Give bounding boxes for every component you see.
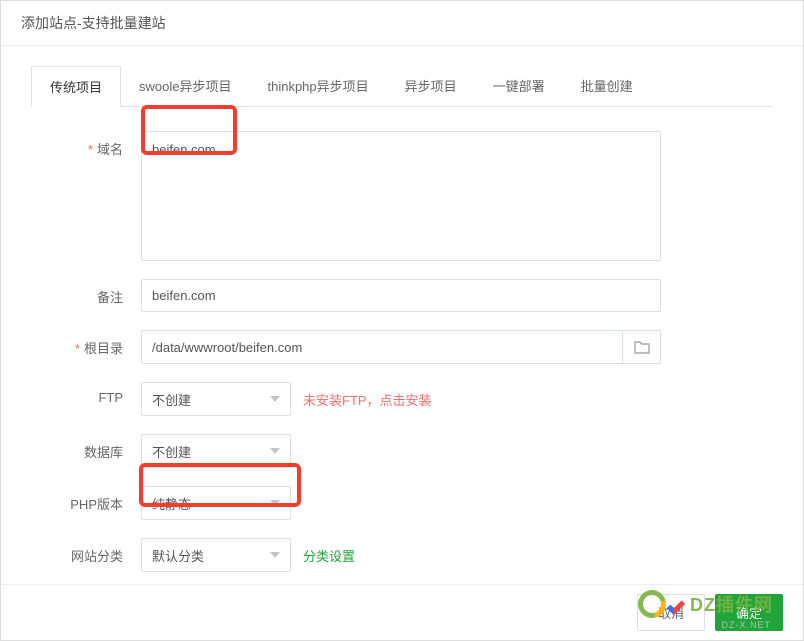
row-remark: 备注 — [31, 279, 773, 312]
label-domain: *域名 — [31, 131, 141, 158]
tab-thinkphp[interactable]: thinkphp异步项目 — [249, 66, 386, 106]
tab-async[interactable]: 异步项目 — [387, 66, 475, 106]
add-site-modal: 添加站点-支持批量建站 传统项目 swoole异步项目 thinkphp异步项目… — [0, 0, 804, 641]
category-select-value: 默认分类 — [152, 546, 204, 565]
row-domain: *域名 beifen.com — [31, 131, 773, 261]
chevron-down-icon — [270, 500, 280, 506]
category-settings-link[interactable]: 分类设置 — [303, 546, 355, 565]
db-select[interactable]: 不创建 — [141, 434, 291, 468]
label-remark: 备注 — [31, 279, 141, 306]
tab-batch[interactable]: 批量创建 — [563, 66, 651, 106]
tab-deploy[interactable]: 一键部署 — [475, 66, 563, 106]
modal-content: 传统项目 swoole异步项目 thinkphp异步项目 异步项目 一键部署 批… — [1, 46, 803, 572]
ftp-install-link[interactable]: 未安装FTP，点击安装 — [303, 390, 432, 409]
confirm-button[interactable]: 确定 — [715, 594, 783, 631]
root-input-wrap — [141, 330, 661, 364]
modal-title: 添加站点-支持批量建站 — [1, 1, 803, 46]
browse-folder-button[interactable] — [622, 331, 660, 363]
label-category: 网站分类 — [31, 538, 141, 565]
label-php: PHP版本 — [31, 486, 141, 513]
php-select[interactable]: 纯静态 — [141, 486, 291, 520]
row-db: 数据库 不创建 — [31, 434, 773, 468]
tab-traditional[interactable]: 传统项目 — [31, 66, 121, 107]
ftp-select-value: 不创建 — [152, 390, 191, 409]
cancel-button[interactable]: 取消 — [637, 594, 705, 631]
modal-footer: 取消 确定 — [1, 584, 803, 640]
label-db: 数据库 — [31, 434, 141, 461]
php-select-value: 纯静态 — [152, 494, 191, 513]
row-ftp: FTP 不创建 未安装FTP，点击安装 — [31, 382, 773, 416]
tab-swoole[interactable]: swoole异步项目 — [121, 66, 249, 106]
row-category: 网站分类 默认分类 分类设置 — [31, 538, 773, 572]
domain-input[interactable]: beifen.com — [141, 131, 661, 261]
ftp-select[interactable]: 不创建 — [141, 382, 291, 416]
chevron-down-icon — [270, 448, 280, 454]
tabs: 传统项目 swoole异步项目 thinkphp异步项目 异步项目 一键部署 批… — [31, 66, 773, 107]
root-input[interactable] — [142, 332, 622, 363]
row-root: *根目录 — [31, 330, 773, 364]
chevron-down-icon — [270, 396, 280, 402]
remark-input[interactable] — [141, 279, 661, 312]
category-select[interactable]: 默认分类 — [141, 538, 291, 572]
folder-icon — [634, 340, 650, 354]
db-select-value: 不创建 — [152, 442, 191, 461]
label-root: *根目录 — [31, 330, 141, 357]
row-php: PHP版本 纯静态 — [31, 486, 773, 520]
label-ftp: FTP — [31, 382, 141, 405]
chevron-down-icon — [270, 552, 280, 558]
